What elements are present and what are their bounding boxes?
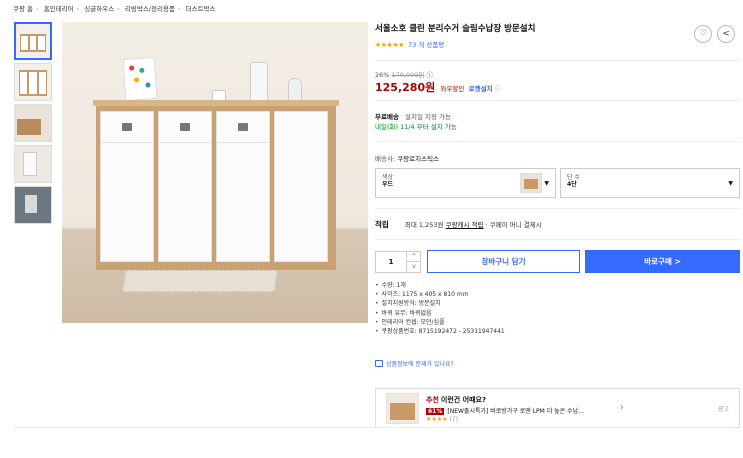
reward-label: 적립 [375, 220, 389, 229]
ad-label: 광고 [717, 406, 729, 413]
heart-icon[interactable]: ♡ [694, 25, 712, 43]
report-text: 상품정보에 문제가 있나요? [386, 361, 454, 368]
spec-item: 인테리어 컨셉: 모던/심플 [375, 318, 505, 327]
chevron-down-icon: ▼ [544, 180, 549, 187]
product-info-panel: 서울소호 클린 분리수거 슬림수납장 방문설치 ★★★★★ 73 개 상품평 ♡… [375, 22, 740, 428]
reward-condition: · 쿠페이 머니 결제시 [485, 221, 542, 229]
cabinet-illustration [93, 100, 339, 270]
decor-frame [122, 56, 158, 102]
divider [375, 141, 740, 142]
option-label: 색상 [382, 174, 394, 181]
tier-option-select[interactable]: 단 수 4단 ▼ [560, 168, 740, 198]
rating-stars: ★★★★★ [375, 41, 404, 49]
reward-row: 적립 최대 1,253원 쿠팡캐시 적립 · 쿠페이 머니 결제시 [375, 219, 542, 230]
review-count: (7) [449, 416, 459, 423]
breadcrumb-item[interactable]: 홈인테리어 [44, 5, 74, 13]
original-price: 170,000원 [391, 71, 425, 79]
decor-appliance [250, 62, 268, 104]
report-issue-link[interactable]: 상품정보에 문제가 있나요? [375, 359, 454, 368]
quantity-input[interactable]: 1 [376, 258, 406, 266]
thumbnail-list [14, 22, 52, 227]
recommend-badge: 추천 [426, 396, 439, 404]
increase-quantity-icon[interactable]: ^ [406, 252, 421, 262]
product-title: 서울소호 클린 분리수거 슬림수납장 방문설치 [375, 24, 536, 34]
chevron-down-icon: ▼ [728, 180, 733, 187]
add-to-cart-button[interactable]: 장바구니 담기 [427, 250, 580, 273]
rating-stars: ★★★★ [426, 416, 448, 423]
breadcrumb-item[interactable]: 리빙박스/정리용품 [125, 5, 175, 13]
main-product-image[interactable] [62, 22, 368, 323]
breadcrumb-separator: › [36, 5, 39, 13]
recommended-rating: ★★★★ (7) [426, 416, 458, 423]
breadcrumb-item[interactable]: 싱글하우스 [84, 5, 114, 13]
recommendation-title: 이런건 어때요? [440, 396, 487, 404]
rocket-install-badge: 로켓설치 [468, 85, 493, 93]
report-icon [375, 360, 383, 367]
option-value: 4단 [567, 181, 577, 188]
seller-row: 배송사: 쿠팡로지스틱스 [375, 153, 439, 163]
info-icon[interactable]: ⓘ [495, 86, 501, 93]
decor-rug [122, 270, 278, 292]
recommended-discount: 61% [426, 408, 445, 415]
arrival-info: 내일(화) 11/4 부터 설치 가능 [375, 123, 457, 131]
spec-item: 수량: 1개 [375, 281, 505, 290]
sale-price: 125,280원 [375, 81, 436, 94]
breadcrumb-separator: › [177, 5, 181, 13]
thumbnail-image[interactable] [14, 22, 52, 60]
price-row: 125,280원 와우할인 로켓설치 ⓘ [375, 79, 501, 95]
recommended-product-image [386, 393, 419, 424]
seller-label: 배송사: [375, 155, 396, 163]
option-label: 단 수 [567, 174, 580, 181]
decrease-quantity-icon[interactable]: v [406, 262, 421, 272]
discount-percent: 26% [375, 71, 390, 79]
divider [375, 208, 740, 209]
color-option-select[interactable]: 색상 우드 ▼ [375, 168, 556, 198]
spec-item: 사이즈: 1175 x 405 x 810 mm [375, 290, 505, 299]
breadcrumb-item[interactable]: 더스트박스 [186, 5, 216, 13]
divider [13, 427, 730, 428]
discount-row: 26% 170,000원 ⓘ [375, 69, 433, 79]
info-icon[interactable]: ⓘ [426, 71, 433, 79]
divider [375, 100, 740, 101]
wow-discount-label: 와우할인 [440, 85, 465, 93]
recommended-product-name: [NEW출시특가] 바로방가구 로엔 LPM 더 높은 수납... [447, 408, 584, 415]
review-count-link[interactable]: 73 개 상품평 [408, 41, 444, 49]
option-value: 우드 [382, 181, 394, 188]
shipping-row: 무료배송 설치일 지정 가능 [375, 111, 451, 121]
thumbnail-image[interactable] [14, 104, 52, 142]
spec-list: 수량: 1개 사이즈: 1175 x 405 x 810 mm 설치지원방식: … [375, 281, 505, 336]
recommendation-card[interactable]: 추천 이런건 어때요? 61% [NEW출시특가] 바로방가구 로엔 LPM 더 높… [375, 388, 740, 428]
share-icon[interactable]: < [717, 25, 735, 43]
divider [375, 239, 740, 240]
spec-item: 설치지원방식: 방문설치 [375, 299, 505, 308]
quantity-stepper: 1 ^ v [375, 251, 421, 273]
coupang-cash-link[interactable]: 쿠팡캐시 적립 [446, 221, 484, 229]
breadcrumb-separator: › [76, 5, 80, 13]
breadcrumb-item[interactable]: 쿠팡 홈 [13, 5, 33, 13]
seller-name: 쿠팡로지스틱스 [397, 155, 440, 163]
spec-item: 바퀴 유무: 바퀴없음 [375, 309, 505, 318]
breadcrumb: 쿠팡 홈 › 홈인테리어 › 싱글하우스 › 리빙박스/정리용품 › 더스트박스 [13, 3, 216, 13]
breadcrumb-separator: › [117, 5, 120, 13]
thumbnail-image[interactable] [14, 145, 52, 183]
shipping-note: 설치일 지정 가능 [405, 113, 451, 121]
chevron-right-icon[interactable]: › [620, 403, 624, 413]
free-shipping-label: 무료배송 [375, 113, 399, 121]
option-thumbnail [520, 173, 542, 193]
recommended-product-desc: 61% [NEW출시특가] 바로방가구 로엔 LPM 더 높은 수납... [426, 406, 584, 415]
reward-amount: 최대 1,253원 [404, 221, 444, 229]
divider [375, 60, 740, 61]
thumbnail-image[interactable] [14, 63, 52, 101]
recommendation-heading: 추천 이런건 어때요? [426, 395, 486, 405]
thumbnail-image[interactable] [14, 186, 52, 224]
buy-now-button[interactable]: 바로구매 > [585, 250, 740, 273]
product-rating: ★★★★★ 73 개 상품평 [375, 39, 740, 49]
spec-item: 쿠팡상품번호: 8715192472 - 25311947441 [375, 327, 505, 336]
